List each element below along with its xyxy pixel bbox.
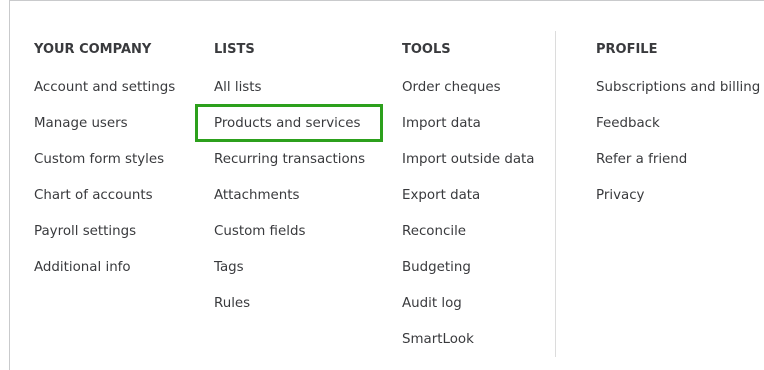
subscriptions-and-billing-link[interactable]: Subscriptions and billing [596,79,760,97]
recurring-transactions-link[interactable]: Recurring transactions [214,151,365,169]
profile-column: PROFILE Subscriptions and billing Feedba… [596,42,760,223]
lists-column: LISTS All lists Products and services Re… [195,42,383,331]
tools-heading: TOOLS [402,42,451,57]
tools-list: Order cheques Import data Import outside… [402,79,534,349]
rules-link[interactable]: Rules [214,295,365,313]
budgeting-link[interactable]: Budgeting [402,259,534,277]
account-and-settings-link[interactable]: Account and settings [34,79,175,97]
order-cheques-link[interactable]: Order cheques [402,79,534,97]
import-data-link[interactable]: Import data [402,115,534,133]
all-lists-link[interactable]: All lists [214,79,365,97]
products-and-services-label: Products and services [214,116,361,131]
additional-info-link[interactable]: Additional info [34,259,175,277]
custom-form-styles-link[interactable]: Custom form styles [34,151,175,169]
audit-log-link[interactable]: Audit log [402,295,534,313]
chart-of-accounts-link[interactable]: Chart of accounts [34,187,175,205]
feedback-link[interactable]: Feedback [596,115,760,133]
lists-heading: LISTS [214,42,255,57]
column-divider [555,31,556,357]
manage-users-link[interactable]: Manage users [34,115,175,133]
tags-link[interactable]: Tags [214,259,365,277]
profile-heading: PROFILE [596,42,658,57]
your-company-list: Account and settings Manage users Custom… [34,79,175,277]
smartlook-link[interactable]: SmartLook [402,331,534,349]
products-and-services-link[interactable]: Products and services [195,104,383,142]
export-data-link[interactable]: Export data [402,187,534,205]
lists-list: All lists Products and services Recurrin… [195,79,383,313]
refer-a-friend-link[interactable]: Refer a friend [596,151,760,169]
profile-list: Subscriptions and billing Feedback Refer… [596,79,760,205]
your-company-column: YOUR COMPANY Account and settings Manage… [34,42,175,295]
your-company-heading: YOUR COMPANY [34,42,152,57]
tools-column: TOOLS Order cheques Import data Import o… [402,42,534,367]
privacy-link[interactable]: Privacy [596,187,760,205]
custom-fields-link[interactable]: Custom fields [214,223,365,241]
attachments-link[interactable]: Attachments [214,187,365,205]
reconcile-link[interactable]: Reconcile [402,223,534,241]
settings-menu-panel: YOUR COMPANY Account and settings Manage… [9,0,764,370]
import-outside-data-link[interactable]: Import outside data [402,151,534,169]
payroll-settings-link[interactable]: Payroll settings [34,223,175,241]
